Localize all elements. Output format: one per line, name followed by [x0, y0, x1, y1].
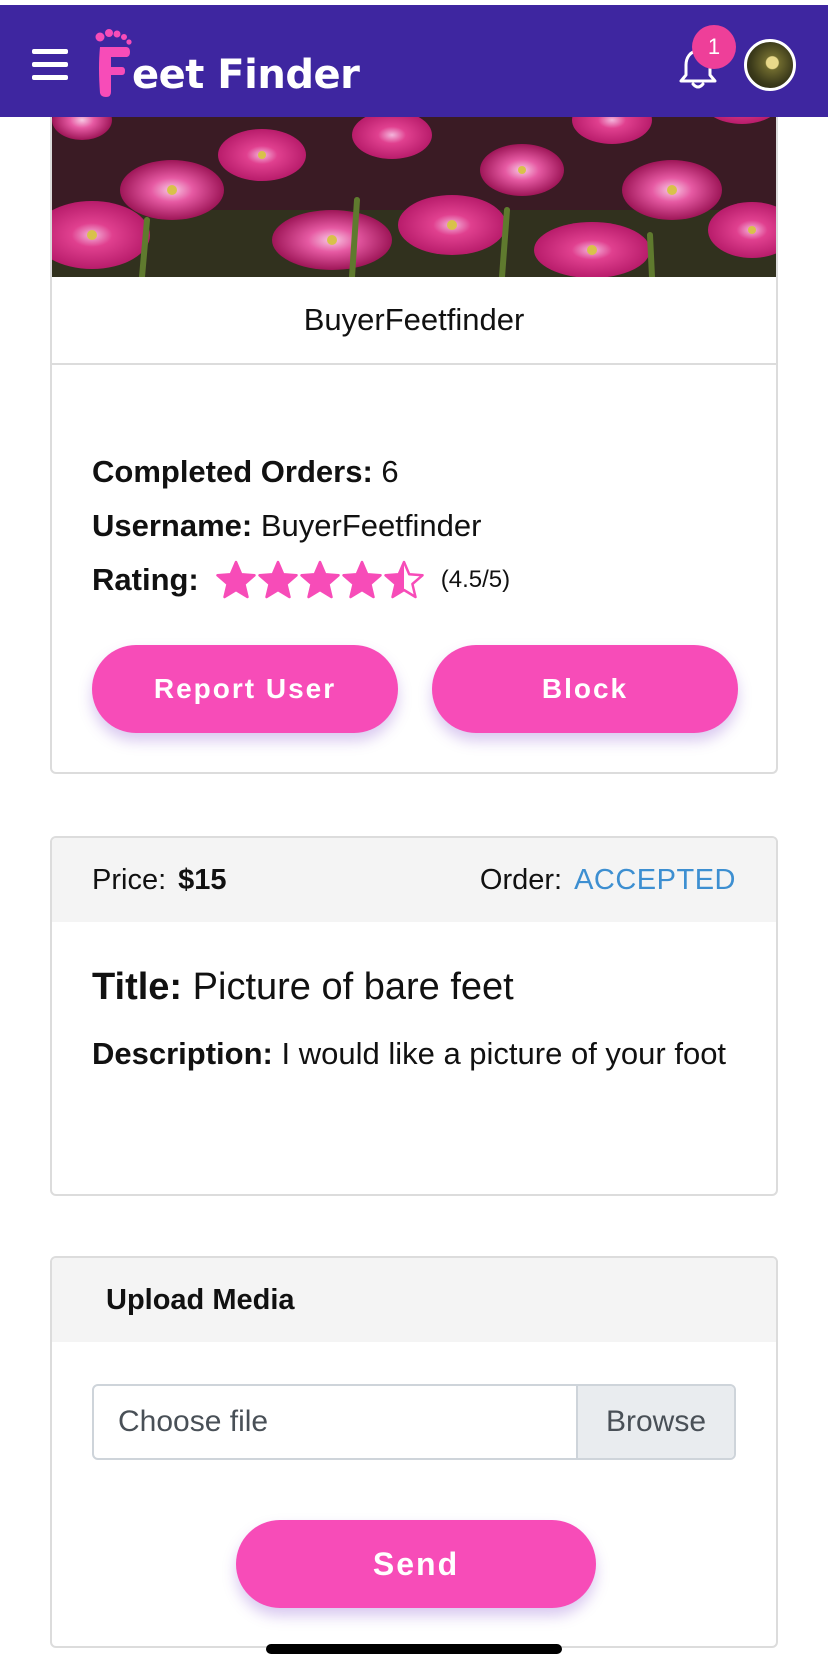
order-card: Price: $15 Order: ACCEPTED Title: Picture …	[50, 836, 778, 1196]
send-button[interactable]: Send	[236, 1520, 596, 1608]
order-status-label: Order:	[479, 863, 563, 896]
price: Price: $15	[92, 864, 227, 897]
order-title: Title: Picture of bare feet	[92, 966, 514, 1009]
rating-stars	[215, 559, 425, 601]
star-full-icon	[300, 560, 340, 599]
notification-badge[interactable]: 1	[692, 25, 736, 69]
username-value: BuyerFeetfinder	[260, 508, 482, 543]
upload-card: Upload Media Choose file Browse Send	[50, 1256, 778, 1648]
order-description-label: Description:	[92, 1036, 273, 1071]
app-logo[interactable]: eet Finder	[92, 27, 360, 99]
star-half-icon	[384, 560, 424, 599]
order-title-label: Title:	[92, 966, 183, 1008]
completed-orders-label: Completed Orders:	[92, 454, 373, 489]
file-input[interactable]: Choose file Browse	[92, 1384, 736, 1460]
report-user-button[interactable]: Report User	[92, 645, 398, 733]
star-full-icon	[258, 560, 298, 599]
price-label: Price:	[92, 863, 167, 896]
profile-name: BuyerFeetfinder	[52, 277, 776, 365]
profile-card: BuyerFeetfinder Completed Orders: 6 User…	[50, 60, 778, 774]
completed-orders: Completed Orders: 6	[92, 445, 752, 499]
order-description: Description: I would like a picture of y…	[92, 1030, 732, 1078]
order-status-value: ACCEPTED	[574, 863, 736, 896]
foot-logo-icon	[95, 29, 132, 97]
browse-button[interactable]: Browse	[576, 1386, 734, 1458]
rating-line: Rating: (4.5/5)	[92, 553, 752, 607]
hamburger-menu-icon[interactable]	[32, 49, 68, 80]
rating-label: Rating:	[92, 562, 199, 597]
block-button[interactable]: Block	[432, 645, 738, 733]
price-value: $15	[178, 863, 227, 896]
upload-media-heading: Upload Media	[52, 1258, 776, 1342]
logo-text: eet Finder	[132, 52, 360, 98]
top-navbar: eet Finder 1	[0, 5, 828, 117]
order-title-value: Picture of bare feet	[192, 966, 514, 1008]
order-description-value: I would like a picture of your foot	[281, 1036, 727, 1071]
star-full-icon	[216, 560, 256, 599]
order-status: Order: ACCEPTED	[480, 864, 736, 897]
avatar[interactable]	[744, 39, 796, 91]
home-indicator	[266, 1644, 562, 1654]
username-label: Username:	[92, 508, 253, 543]
rating-text: (4.5/5)	[440, 566, 511, 593]
completed-orders-value: 6	[381, 454, 399, 489]
star-full-icon	[342, 560, 382, 599]
order-header: Price: $15 Order: ACCEPTED	[52, 838, 776, 922]
file-input-placeholder[interactable]: Choose file	[94, 1386, 576, 1458]
profile-stats: Completed Orders: 6 Username: BuyerFeetf…	[92, 445, 752, 607]
username-line: Username: BuyerFeetfinder	[92, 499, 752, 553]
